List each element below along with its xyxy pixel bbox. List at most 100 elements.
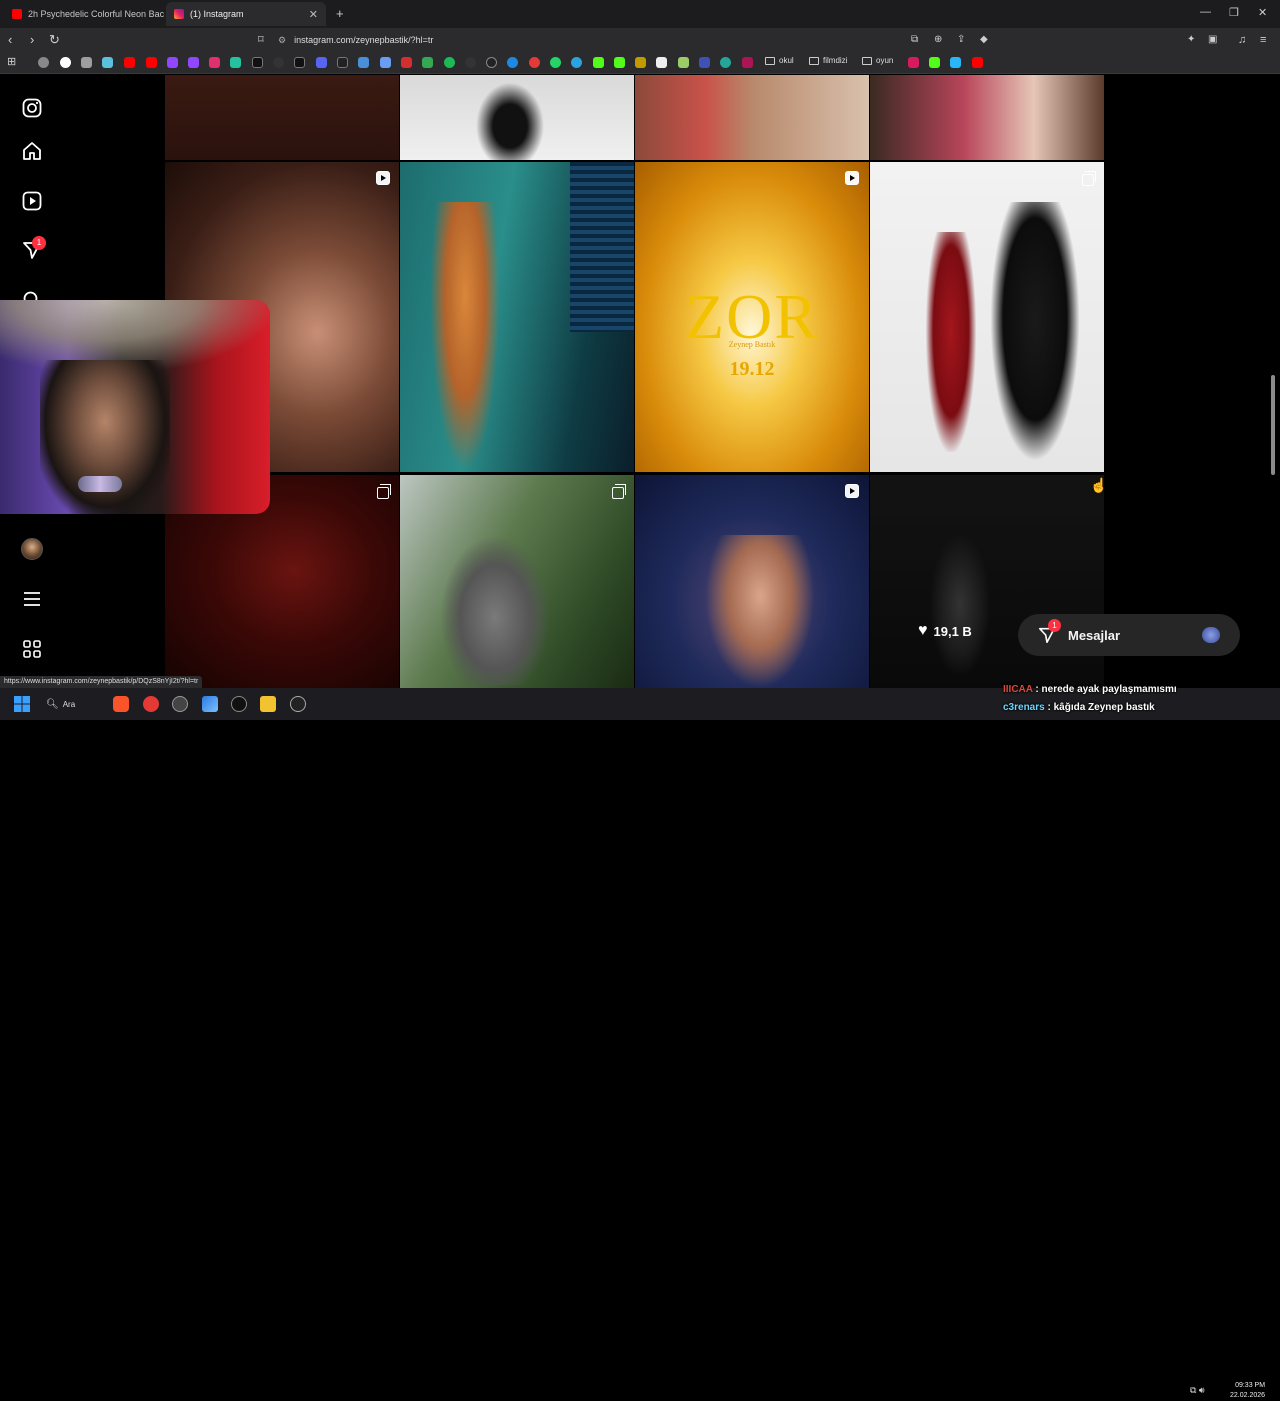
grid-post[interactable] [870,75,1104,160]
tab-youtube[interactable]: 2h Psychedelic Colorful Neon Backgr [4,2,164,26]
bookmark-icon-14[interactable] [635,57,646,68]
post-image-content [926,232,976,452]
grid-post[interactable] [400,475,634,688]
site-info-icon[interactable]: ⚙ [278,35,286,46]
messages-button[interactable]: 1 Mesajlar [1018,614,1240,656]
app-icon-obs[interactable] [172,696,188,712]
post-date: 19.12 [729,358,775,380]
twitch-icon-2[interactable] [188,57,199,68]
telegram-icon[interactable] [571,57,582,68]
photos-icon[interactable] [202,696,218,712]
bookmark-icon-10[interactable] [465,57,476,68]
bookmark-icon-18[interactable] [720,57,731,68]
reload-icon[interactable]: ↻ [49,32,60,48]
bookmark-icon-21[interactable] [950,57,961,68]
tiktok-icon[interactable] [294,57,305,68]
bookmark-icon-19[interactable] [742,57,753,68]
brave-shield-icon[interactable]: ◆ [980,32,988,48]
discord-icon[interactable] [316,57,327,68]
browser-menu-icon[interactable]: ≡ [1260,32,1266,48]
bookmark-icon-17[interactable] [699,57,710,68]
restore-button[interactable]: ❐ [1229,6,1239,19]
tray-icons[interactable]: ⧉ 🔊︎ [1190,1385,1205,1396]
instagram-bookmark-icon[interactable] [209,57,220,68]
instagram-logo-icon[interactable] [20,96,44,120]
share-icon[interactable]: ⇪ [957,32,965,48]
apps-icon[interactable] [20,637,44,661]
bookmark-icon-12[interactable] [507,57,518,68]
grid-post[interactable] [635,475,869,688]
menu-icon[interactable] [20,587,44,611]
kick-icon-3[interactable] [929,57,940,68]
chat-text: : kâğıda Zeynep bastık [1047,702,1155,713]
bookmark-icon-2[interactable] [81,57,92,68]
home-icon[interactable] [20,139,44,163]
grid-post[interactable] [400,75,634,160]
media-player-icon[interactable] [143,696,159,712]
file-explorer-icon[interactable] [260,696,276,712]
grid-post[interactable] [165,75,399,160]
bookmark-icon-5[interactable] [273,57,284,68]
post-likes-count: ♥ 19,1 B [918,622,972,639]
extensions-icon[interactable]: ✦ [1187,32,1195,48]
bookmark-icon-7[interactable] [358,57,369,68]
x-twitter-icon[interactable] [252,57,263,68]
youtube-bookmark-icon-2[interactable] [146,57,157,68]
forward-icon[interactable]: › [30,32,34,48]
tab-instagram[interactable]: (1) Instagram ✕ [166,2,326,26]
bookmark-icon[interactable]: ⌑ [258,32,264,48]
bookmark-icon-9[interactable] [401,57,412,68]
grid-post-featured[interactable]: ZOR Zeynep Bastık 19.12 [635,162,869,472]
grid-post[interactable] [870,162,1104,472]
kick-icon[interactable] [593,57,604,68]
kick-icon-2[interactable] [614,57,625,68]
media-icon[interactable]: ♫ [1238,32,1246,48]
bookmark-icon-20[interactable] [908,57,919,68]
apps-grid-icon[interactable]: ⊞ [7,54,16,70]
bookmark-folder-filmdizi[interactable]: filmdizi [809,56,847,65]
grid-post-hovered[interactable] [870,475,1104,688]
post-image-content [570,162,634,332]
back-icon[interactable]: ‹ [8,32,12,48]
bookmark-icon-13[interactable] [529,57,540,68]
page-scrollbar[interactable] [1270,75,1276,688]
zoom-icon[interactable]: ⊕ [934,32,942,48]
close-tab-icon[interactable]: ✕ [309,8,318,21]
grid-post[interactable] [635,75,869,160]
bookmark-folder-oyun[interactable]: oyun [862,56,893,65]
close-window-button[interactable]: ✕ [1258,6,1267,19]
bookmark-icon-3[interactable] [102,57,113,68]
whatsapp-icon[interactable] [550,57,561,68]
google-icon[interactable] [60,57,71,68]
heart-icon: ♥ [918,622,928,639]
open-external-icon[interactable]: ⧉ [911,32,918,48]
bookmark-icon-11[interactable] [486,57,497,68]
bookmark-folder-okul[interactable]: okul [765,56,794,65]
taskbar-clock[interactable]: 09:33 PM 22.02.2026 [1230,1381,1265,1401]
new-tab-button[interactable]: + [336,6,344,21]
windows-start-icon[interactable] [14,696,30,712]
youtube-bookmark-icon[interactable] [124,57,135,68]
profile-avatar[interactable] [20,537,44,561]
taskbar-search[interactable]: 🔍︎ Ara [46,696,102,712]
twitch-icon[interactable] [167,57,178,68]
scrollbar-thumb[interactable] [1271,375,1275,475]
grid-post[interactable] [400,162,634,472]
bookmark-icon-4[interactable] [230,57,241,68]
app-icon-3[interactable] [290,696,306,712]
history-icon[interactable] [38,57,49,68]
app-icon-2[interactable] [231,696,247,712]
bookmark-icon-8[interactable] [380,57,391,68]
messages-icon[interactable]: 1 [20,236,46,262]
url-bar[interactable]: ⚙ instagram.com/zeynepbastik/?hl=tr [278,31,998,49]
bookmark-icon-16[interactable] [678,57,689,68]
brave-browser-icon[interactable] [113,696,129,712]
spotify-icon[interactable] [444,57,455,68]
reels-icon[interactable] [20,189,44,213]
minimize-button[interactable]: — [1200,6,1211,18]
sidebar-toggle-icon[interactable]: ▣ [1208,32,1217,48]
youtube-bookmark-icon-3[interactable] [972,57,983,68]
bookmark-icon-15[interactable] [656,57,667,68]
bookmark-icon-6[interactable] [337,57,348,68]
drive-icon[interactable] [422,57,433,68]
